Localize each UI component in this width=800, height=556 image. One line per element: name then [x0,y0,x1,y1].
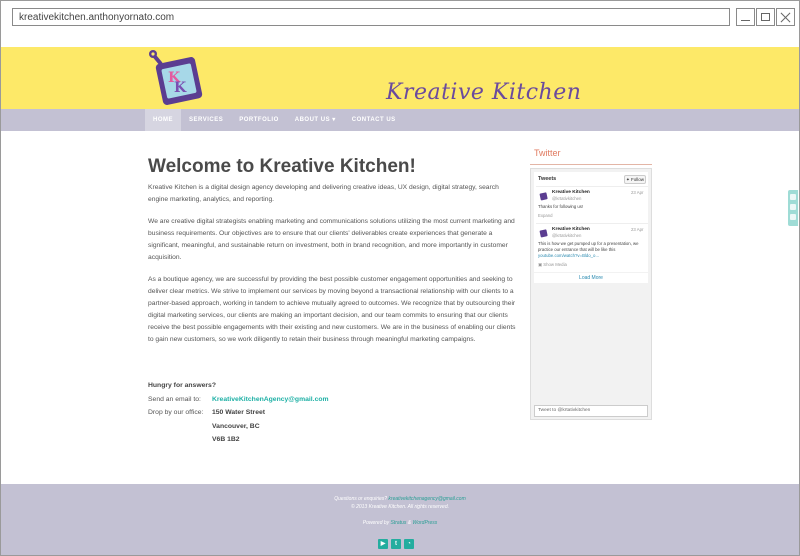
intro-copy: Kreative Kitchen is a digital design age… [148,182,520,356]
nav-services[interactable]: SERVICES [181,109,231,131]
close-button[interactable] [776,8,795,26]
minimize-button[interactable] [736,8,755,26]
footer-social-icons: ▶ t ◔ [378,539,414,549]
tweet-item[interactable]: Kreative Kitchen @krtativkitchen 23 Apr … [536,223,648,271]
load-more-button[interactable]: Load More [534,273,648,283]
paragraph: We are creative digital strategists enab… [148,218,515,261]
tweet-author: Kreative Kitchen [552,190,590,195]
nav-about-label: ABOUT US [294,117,331,123]
tweet-body: This is how we get pumped up for a prese… [538,241,639,252]
powered-prefix: Powered by [362,520,390,526]
nav-portfolio[interactable]: PORTFOLIO [231,109,287,131]
tweet-to-input[interactable]: Tweet to @krtativkitchen [534,405,648,417]
follow-label: Follow [631,177,645,182]
tweet-author: Kreative Kitchen [552,227,590,232]
nav-home[interactable]: HOME [145,109,181,131]
paragraph: As a boutique agency, we are successful … [148,276,516,343]
twitter-bird-icon: ✦ [625,177,630,182]
show-media-label: Show Media [543,262,567,267]
contact-block: Hungry for answers? Send an email to: Kre… [148,379,329,447]
avatar [539,192,548,201]
media-icon: ▣ [538,262,543,267]
tweet-date: 23 Apr [631,227,644,232]
stratus-link[interactable]: Stratus [391,520,407,526]
office-label: Drop by our office: [148,409,204,416]
address-line-3: V6B 1B2 [212,436,240,443]
contact-heading: Hungry for answers? [148,382,216,389]
show-media-link[interactable]: ▣ Show Media [538,262,646,268]
tweet-handle: @krtativkitchen [552,196,582,201]
twitter-icon[interactable] [790,204,796,210]
chevron-down-icon: ▾ [332,117,336,123]
tweet-text: Thanks for following us! [538,204,584,209]
youtube-icon[interactable] [790,194,796,200]
address-line-2: Vancouver, BC [212,422,260,430]
tweet-date: 23 Apr [631,190,644,195]
twitter-icon[interactable]: t [391,539,401,549]
email-link[interactable]: KreativeKitchenAgency@gmail.com [212,396,329,403]
rss-icon[interactable] [790,214,796,220]
footer-email-link[interactable]: kreativekitchenagency@gmail.com [388,496,465,502]
expand-link[interactable]: Expand [538,213,646,219]
tweets-title: Tweets [538,176,557,182]
tweet-timeline: Tweets ✦ Follow Kreative Kitchen @krtati… [534,172,648,272]
social-side-rail [788,190,798,226]
site-brand-title: Kreative Kitchen [386,80,582,105]
main-nav: HOME SERVICES PORTFOLIO ABOUT US ▾ CONTA… [145,109,404,131]
footer-copyright: © 2013 Kreative Kitchen. All rights rese… [351,504,449,510]
twitter-widget: Tweets ✦ Follow Kreative Kitchen @krtati… [530,168,652,420]
nav-about-us[interactable]: ABOUT US ▾ [287,109,344,131]
nav-contact-us[interactable]: CONTACT US [344,109,404,131]
tweet-text: This is how we get pumped up for a prese… [538,241,646,259]
page-title: Welcome to Kreative Kitchen! [148,156,416,177]
address-line-1: 150 Water Street [212,409,266,416]
cutting-board-logo-icon[interactable]: K K [145,48,205,108]
footer-contact-line: Questions or enquiries? kreativekitchena… [1,496,799,502]
paragraph: Kreative Kitchen is a digital design age… [148,184,499,203]
youtube-icon[interactable]: ▶ [378,539,388,549]
wordpress-link[interactable]: WordPress [413,520,438,526]
follow-button[interactable]: ✦ Follow [624,175,646,184]
avatar [539,229,548,238]
footer-question: Questions or enquiries? [334,496,388,502]
maximize-button[interactable] [756,8,775,26]
tweet-item[interactable]: Kreative Kitchen @krtativkitchen 23 Apr … [536,186,648,222]
rss-icon[interactable]: ◔ [404,539,414,549]
powered-amp: & [407,520,412,526]
email-label: Send an email to: [148,395,201,403]
twitter-heading: Twitter [530,145,652,165]
svg-text:K: K [174,80,187,96]
footer-powered: Powered by Stratus & WordPress [1,520,799,526]
tweet-handle: @krtativkitchen [552,233,582,238]
address-bar[interactable]: kreativekitchen.anthonyornato.com [12,8,730,26]
tweet-link[interactable]: youtube.com/watch?v=Bldo_o... [538,253,599,258]
